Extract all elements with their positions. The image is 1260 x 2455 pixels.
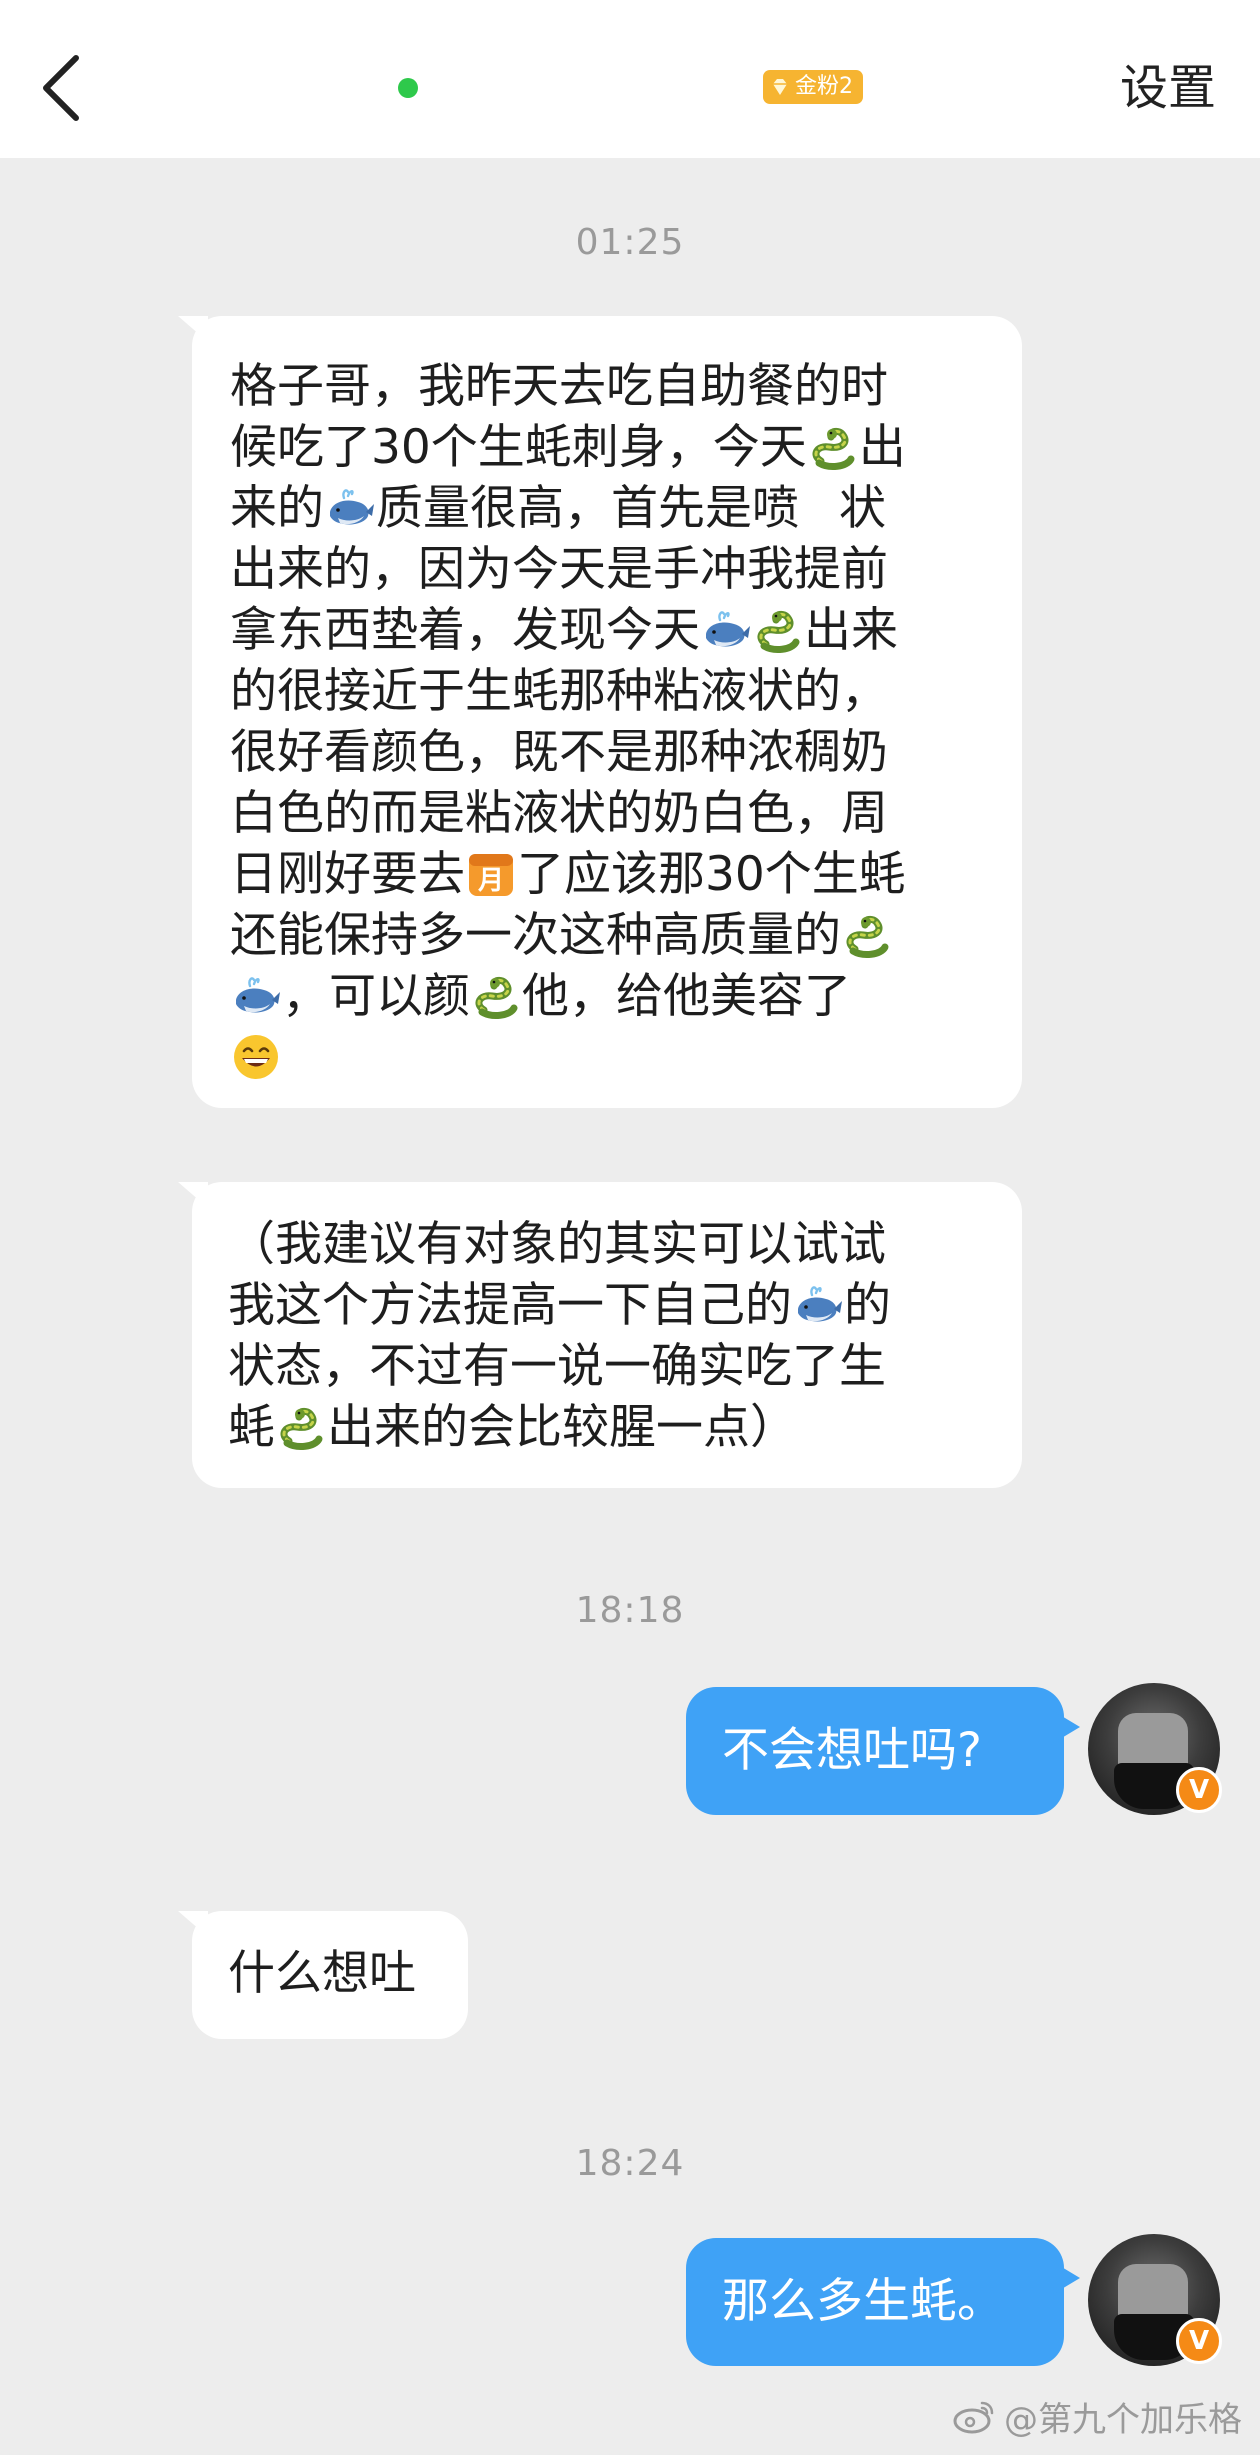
message-text: 质量很高，首先是喷 xyxy=(376,481,799,536)
message-text: 格子哥，我昨天去吃自助餐的时 xyxy=(230,359,888,414)
calendar-moon-icon xyxy=(465,848,517,900)
message-line: 出来的，因为今天是手冲我提前 xyxy=(230,539,972,600)
online-status-dot xyxy=(398,78,418,98)
timestamp: 18:18 xyxy=(575,1590,685,1631)
message-line: 日刚好要去 了应该那30个生蚝 xyxy=(230,844,972,905)
message-text: 出 xyxy=(858,420,906,475)
message-text: 拿东西垫着，发现今天 xyxy=(230,603,700,658)
snake-icon xyxy=(752,604,804,656)
message-line: （我建议有对象的其实可以试试 xyxy=(228,1214,972,1275)
snake-icon xyxy=(275,1401,327,1453)
message-line xyxy=(230,1027,972,1088)
message-bubble-sent[interactable]: 那么多生蚝。 xyxy=(686,2238,1080,2366)
message-line: 白色的而是粘液状的奶白色，周 xyxy=(230,783,972,844)
message-text: 出来的，因为今天是手冲我提前 xyxy=(230,542,888,597)
message-text: 什么想吐 xyxy=(228,1946,416,2001)
fan-badge-label: 金粉2 xyxy=(795,74,853,99)
whale-icon xyxy=(230,970,282,1022)
gem-icon xyxy=(773,79,787,95)
message-bubble-received[interactable]: 什么想吐 xyxy=(178,1911,468,2039)
message-line: 拿东西垫着，发现今天 出来 xyxy=(230,600,972,661)
message-text: 状态，不过有一说一确实吃了生 xyxy=(228,1339,886,1394)
message-text: 不会想吐吗? xyxy=(722,1723,982,1778)
chevron-left-icon xyxy=(43,55,79,121)
message-text: 我这个方法提高一下自己的 xyxy=(228,1278,792,1333)
message-text: 出来的会比较腥一点） xyxy=(327,1400,797,1455)
message-text: （我建议有对象的其实可以试试 xyxy=(228,1217,886,1272)
message-text: ，可以颜 xyxy=(282,969,470,1024)
message-line: 很好看颜色，既不是那种浓稠奶 xyxy=(230,722,972,783)
message-bubble-sent[interactable]: 不会想吐吗? xyxy=(686,1687,1080,1815)
weibo-logo-icon xyxy=(953,2401,994,2433)
fan-level-badge[interactable]: 金粉2 xyxy=(763,70,863,104)
chat-screen: 金粉2 设置 01:25 格子哥，我昨天去吃自助餐的时 候吃了30个生蚝刺身，今… xyxy=(0,0,1260,2455)
grinning-face-icon xyxy=(230,1031,282,1083)
message-bubble-received[interactable]: 格子哥，我昨天去吃自助餐的时 候吃了30个生蚝刺身，今天出 来的 质量很高，首先是… xyxy=(178,316,1022,1108)
snake-icon xyxy=(470,970,522,1022)
message-text: 的 xyxy=(844,1278,891,1333)
message-text: 他，给他美容了 xyxy=(522,969,851,1024)
message-line: 格子哥，我昨天去吃自助餐的时 xyxy=(230,356,972,417)
avatar[interactable]: V xyxy=(1088,1683,1222,1815)
timestamp: 18:24 xyxy=(575,2143,685,2184)
whale-icon xyxy=(792,1279,844,1331)
settings-button[interactable]: 设置 xyxy=(1120,56,1216,120)
timestamp: 01:25 xyxy=(575,222,685,263)
avatar-photo-shirt xyxy=(1118,1713,1188,1769)
snake-icon xyxy=(807,421,859,473)
top-bar: 金粉2 设置 xyxy=(0,0,1260,158)
message-line: ，可以颜 他，给他美容了 xyxy=(230,966,972,1027)
verified-badge-icon: V xyxy=(1176,2318,1222,2364)
message-text: 白色的而是粘液状的奶白色，周 xyxy=(230,786,888,841)
message-text: 还能保持多一次这种高质量的 xyxy=(230,908,841,963)
message-text: 很好看颜色，既不是那种浓稠奶 xyxy=(230,725,888,780)
message-text: 那么多生蚝。 xyxy=(722,2274,1004,2329)
message-line: 的很接近于生蚝那种粘液状的， xyxy=(230,661,972,722)
back-button[interactable] xyxy=(36,52,92,124)
watermark: @第九个加乐格 xyxy=(952,2392,1242,2441)
verified-badge-icon: V xyxy=(1176,1767,1222,1813)
whale-icon xyxy=(700,604,752,656)
message-line: 来的 质量很高，首先是喷状 xyxy=(230,478,972,539)
avatar[interactable]: V xyxy=(1088,2234,1222,2366)
message-text: 状 xyxy=(839,481,886,536)
whale-icon xyxy=(324,482,376,534)
message-text: 出来 xyxy=(804,603,898,658)
message-line: 我这个方法提高一下自己的的 xyxy=(228,1275,972,1336)
snake-icon xyxy=(841,909,893,961)
message-text: 日刚好要去 xyxy=(230,847,465,902)
message-text: 候吃了30个生蚝刺身，今天 xyxy=(230,420,807,475)
watermark-text: @第九个加乐格 xyxy=(1004,2400,1242,2440)
message-line: 还能保持多一次这种高质量的 xyxy=(230,905,972,966)
message-text: 蚝 xyxy=(228,1400,275,1455)
message-text: 的很接近于生蚝那种粘液状的， xyxy=(230,664,888,719)
message-text: 了应该那30个生蚝 xyxy=(517,847,906,902)
avatar-photo-shirt xyxy=(1118,2264,1188,2320)
message-bubble-received[interactable]: （我建议有对象的其实可以试试 我这个方法提高一下自己的的 状态，不过有一说一确实… xyxy=(178,1182,1022,1488)
message-line: 候吃了30个生蚝刺身，今天出 xyxy=(230,417,972,478)
message-text: 来的 xyxy=(230,481,324,536)
message-line: 蚝出来的会比较腥一点） xyxy=(228,1397,972,1458)
message-line: 状态，不过有一说一确实吃了生 xyxy=(228,1336,972,1397)
